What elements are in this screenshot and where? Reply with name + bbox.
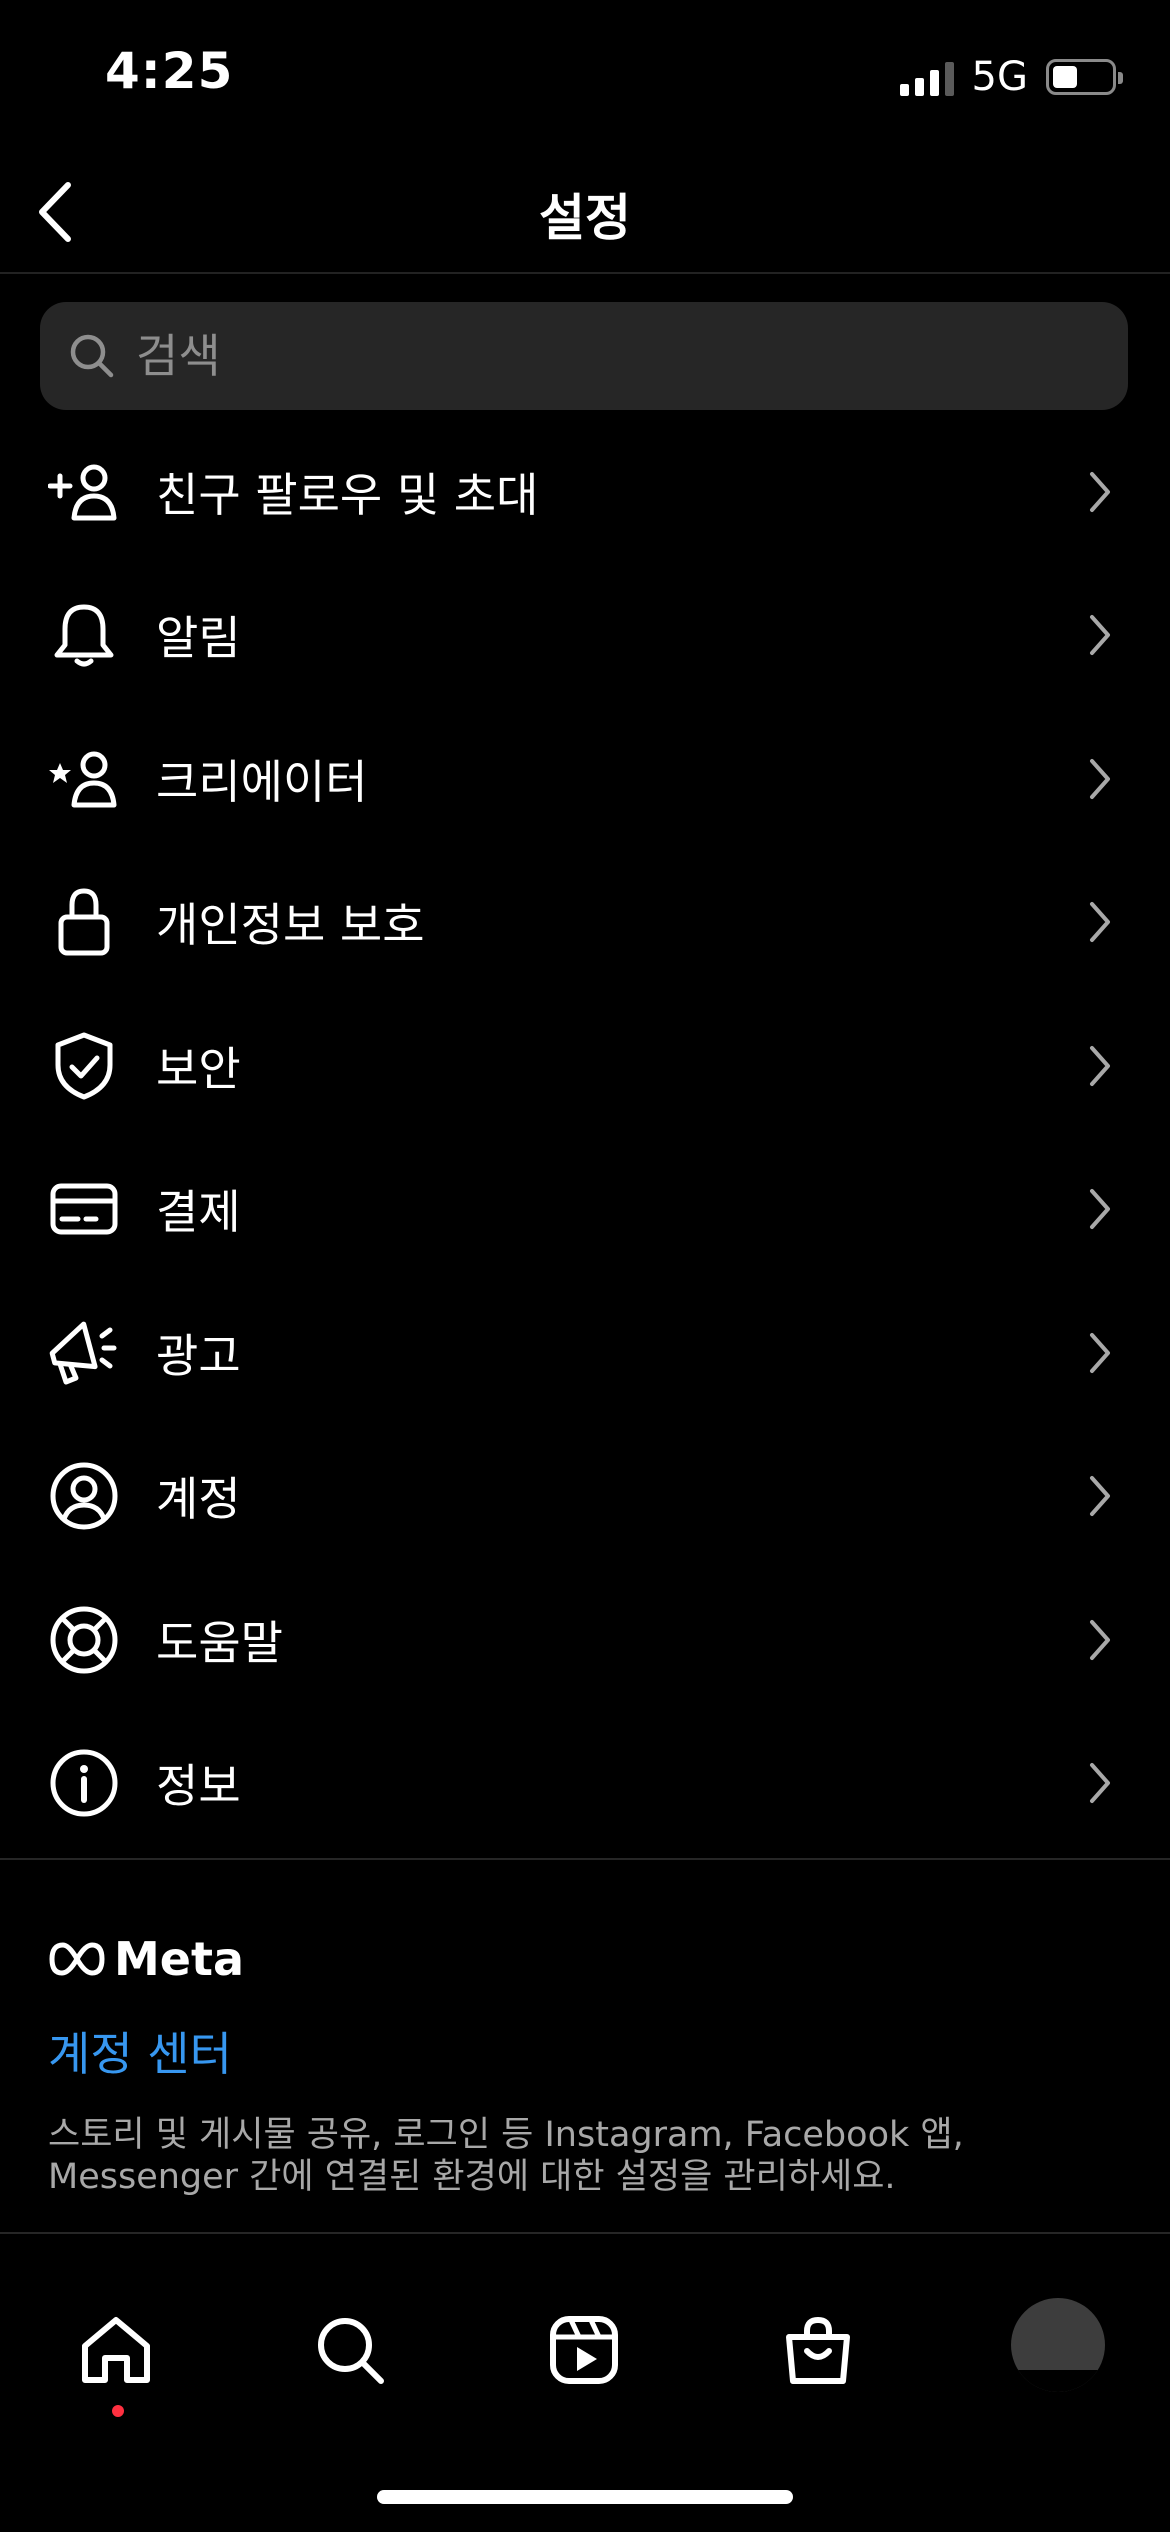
megaphone-icon: [46, 1315, 122, 1391]
lifebuoy-icon: [46, 1602, 122, 1678]
chevron-right-icon: [1080, 605, 1120, 665]
meta-brand-text: Meta: [114, 1932, 245, 1986]
menu-item-ads[interactable]: 광고: [0, 1281, 1170, 1425]
network-type: 5G: [971, 54, 1028, 100]
accounts-center-description: 스토리 및 게시물 공유, 로그인 등 Instagram, Facebook …: [48, 2115, 964, 2197]
status-indicators: 5G: [899, 52, 1123, 102]
credit-card-icon: [46, 1171, 122, 1247]
search-icon: [68, 332, 116, 380]
tab-search[interactable]: [300, 2300, 400, 2400]
chevron-right-icon: [1080, 1466, 1120, 1526]
status-time: 4:25: [105, 42, 234, 100]
accounts-center-link[interactable]: 계정 센터: [48, 2018, 232, 2084]
menu-item-creator[interactable]: 크리에이터: [0, 707, 1170, 851]
lock-icon: [46, 884, 122, 960]
menu-item-account[interactable]: 계정: [0, 1425, 1170, 1569]
section-divider: [0, 1858, 1170, 1860]
chevron-right-icon: [1080, 462, 1120, 522]
navigation-header: 설정: [0, 150, 1170, 274]
menu-item-label: 개인정보 보호: [156, 898, 425, 953]
shield-check-icon: [46, 1028, 122, 1104]
menu-item-notifications[interactable]: 알림: [0, 564, 1170, 708]
menu-item-help[interactable]: 도움말: [0, 1568, 1170, 1712]
section-divider: [0, 2232, 1170, 2234]
menu-item-payments[interactable]: 결제: [0, 1138, 1170, 1282]
home-icon: [82, 2317, 150, 2383]
menu-item-follow-invite[interactable]: 친구 팔로우 및 초대: [0, 420, 1170, 564]
chevron-right-icon: [1080, 1610, 1120, 1670]
tab-shop[interactable]: [768, 2300, 868, 2400]
battery-icon: [1046, 59, 1123, 95]
settings-screen: 4:25 5G 설정 검색 친구 팔로우 및 초대 알림 크리에이터 개인정보 …: [0, 0, 1170, 2532]
menu-item-label: 광고: [156, 1328, 241, 1383]
menu-item-label: 알림: [156, 611, 241, 666]
chevron-right-icon: [1080, 1753, 1120, 1813]
bell-icon: [46, 597, 122, 673]
page-title: 설정: [539, 189, 631, 247]
menu-item-label: 도움말: [156, 1615, 283, 1670]
home-indicator: [377, 2490, 793, 2504]
search-icon: [318, 2318, 384, 2384]
cellular-signal-icon: [899, 58, 954, 96]
notification-dot: [112, 2405, 124, 2417]
menu-item-label: 크리에이터: [156, 754, 368, 809]
menu-item-security[interactable]: 보안: [0, 994, 1170, 1138]
meta-logo: Meta: [48, 1932, 244, 1986]
settings-menu: 친구 팔로우 및 초대 알림 크리에이터 개인정보 보호 보안 결제 광고 계정…: [0, 420, 1170, 1855]
meta-infinity-icon: [49, 1942, 105, 1976]
reels-icon: [550, 2316, 618, 2384]
menu-item-label: 계정: [156, 1472, 241, 1527]
account-circle-icon: [46, 1458, 122, 1534]
menu-item-label: 보안: [156, 1041, 241, 1096]
search-bar[interactable]: [40, 302, 1128, 410]
chevron-right-icon: [1080, 749, 1120, 809]
info-icon: [46, 1745, 122, 1821]
profile-avatar[interactable]: [1011, 2298, 1105, 2392]
chevron-right-icon: [1080, 1179, 1120, 1239]
menu-item-label: 결제: [156, 1185, 241, 1240]
add-person-icon: [46, 454, 122, 530]
status-bar: 4:25 5G: [0, 0, 1170, 150]
creator-star-person-icon: [46, 741, 122, 817]
tab-home[interactable]: [66, 2300, 166, 2400]
chevron-right-icon: [1080, 892, 1120, 952]
tab-reels[interactable]: [534, 2300, 634, 2400]
chevron-right-icon: [1080, 1323, 1120, 1383]
menu-item-label: 친구 팔로우 및 초대: [156, 467, 539, 522]
shop-icon: [786, 2316, 850, 2384]
chevron-right-icon: [1080, 1036, 1120, 1096]
menu-item-about[interactable]: 정보: [0, 1712, 1170, 1856]
search-input[interactable]: [136, 329, 1036, 383]
bottom-tab-bar: [0, 2280, 1170, 2430]
menu-item-label: 정보: [156, 1759, 241, 1814]
menu-item-privacy[interactable]: 개인정보 보호: [0, 851, 1170, 995]
